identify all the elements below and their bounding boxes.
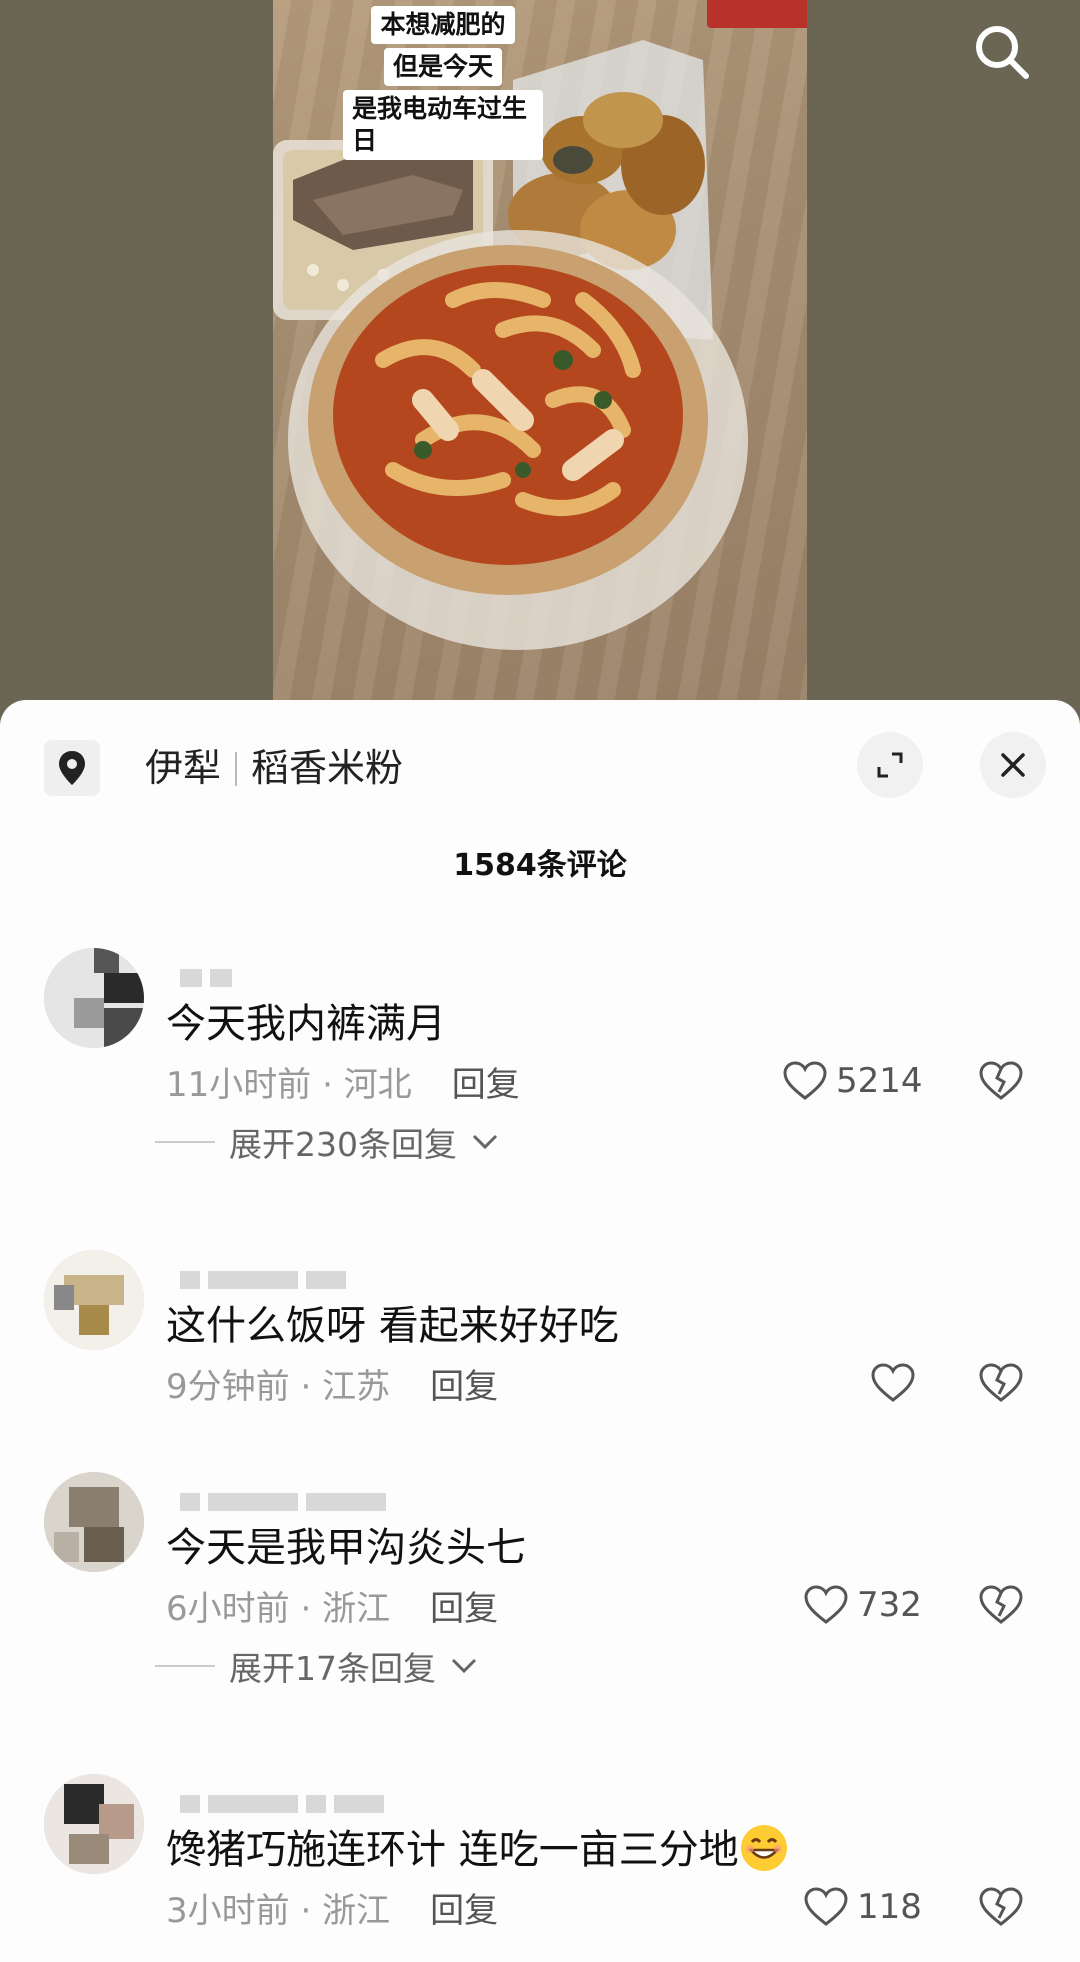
close-button[interactable] [980,732,1046,798]
reply-button[interactable]: 回复 [430,1891,498,1931]
meta-separator: · [289,1891,323,1931]
caption-line: 是我电动车过生日 [343,90,543,160]
expand-replies-label: 展开230条回复 [229,1125,457,1164]
avatar[interactable] [44,948,144,1048]
dislike-button[interactable] [978,1584,1024,1630]
location-divider [235,752,238,786]
broken-heart-icon [979,1585,1023,1624]
heart-icon [871,1363,915,1402]
username-blurred[interactable] [180,968,232,988]
expand-replies-button[interactable]: 展开230条回复 [155,1118,499,1166]
video-area[interactable]: 本想减肥的 但是今天 是我电动车过生日 [0,0,1080,720]
comment-item: 馋猪巧施连环计 连吃一亩三分地 3小时前 · 浙江 回复 118 [0,1774,1080,1954]
broken-heart-icon [979,1363,1023,1402]
expand-button[interactable] [857,732,923,798]
chevron-down-icon [451,1658,477,1674]
dislike-button[interactable] [978,1362,1024,1408]
reply-button[interactable]: 回复 [452,1065,520,1105]
like-count: 5214 [836,1061,923,1101]
comment-text-content: 馋猪巧施连环计 连吃一亩三分地 [166,1827,739,1873]
meta-separator: · [289,1367,323,1407]
comment-text: 今天是我甲沟炎头七 [166,1525,526,1571]
avatar[interactable] [44,1774,144,1874]
video-caption: 本想减肥的 但是今天 是我电动车过生日 [343,6,543,160]
comment-region: 江苏 [322,1367,391,1407]
expand-replies-label: 展开17条回复 [229,1649,436,1688]
comment-item: 这什么饭呀 看起来好好吃 9分钟前 · 江苏 回复 [0,1250,1080,1407]
comment-meta: 3小时前 · 浙江 回复 [166,1889,498,1933]
comment-region: 浙江 [322,1891,391,1931]
username-blurred[interactable] [180,1492,386,1512]
heart-icon [804,1585,848,1624]
comment-region: 河北 [343,1065,412,1105]
like-count: 118 [857,1887,922,1927]
dislike-button[interactable] [978,1886,1024,1932]
video-frame[interactable]: 本想减肥的 但是今天 是我电动车过生日 [273,0,807,700]
meta-separator: · [289,1589,323,1629]
comment-region: 浙江 [322,1589,391,1629]
caption-line: 本想减肥的 [371,6,515,44]
caption-line: 但是今天 [383,48,502,86]
expand-icon [877,752,903,778]
location-link[interactable]: 伊犁 稻香米粉 [145,744,403,792]
divider-line [155,1141,215,1143]
comment-time: 11小时前 [166,1065,312,1105]
chevron-down-icon [472,1134,498,1150]
comment-count: 1584条评论 [453,848,627,883]
avatar[interactable] [44,1472,144,1572]
meta-separator: · [311,1065,344,1105]
reply-button[interactable]: 回复 [430,1589,498,1629]
like-button[interactable]: 5214 [782,1060,923,1102]
dislike-button[interactable] [978,1060,1024,1106]
like-button[interactable] [870,1362,916,1404]
comment-meta: 9分钟前 · 江苏 回复 [166,1365,498,1409]
comment-time: 6小时前 [166,1589,290,1629]
comment-item: 今天我内裤满月 11小时前 · 河北 回复 5214 展开230条回复 [0,948,1080,1188]
comment-time: 3小时前 [166,1891,290,1931]
broken-heart-icon [979,1061,1023,1100]
comment-meta: 6小时前 · 浙江 回复 [166,1587,498,1631]
comment-meta: 11小时前 · 河北 回复 [166,1063,520,1107]
grin-emoji-icon [740,1825,787,1871]
comment-text: 今天我内裤满月 [166,1001,446,1047]
comment-text: 这什么饭呀 看起来好好吃 [166,1303,619,1349]
expand-replies-button[interactable]: 展开17条回复 [155,1642,478,1690]
heart-icon [804,1887,848,1926]
avatar[interactable] [44,1250,144,1350]
comment-item: 今天是我甲沟炎头七 6小时前 · 浙江 回复 732 展开17条回复 [0,1472,1080,1712]
username-blurred[interactable] [180,1270,346,1290]
like-button[interactable]: 118 [803,1886,922,1928]
like-button[interactable]: 732 [803,1584,922,1626]
username-blurred[interactable] [180,1794,384,1814]
broken-heart-icon [979,1887,1023,1926]
comment-time: 9分钟前 [166,1367,290,1407]
comments-sheet: 伊犁 稻香米粉 1584条评论 今天我内裤满月 11小时前 · 河北 回复 5214 [0,700,1080,1962]
search-icon[interactable] [970,20,1034,84]
comment-text: 馋猪巧施连环计 连吃一亩三分地 [166,1824,787,1876]
heart-icon [783,1061,827,1100]
location-pin-icon[interactable] [44,740,100,796]
location-city: 伊犁 [145,746,222,790]
location-place: 稻香米粉 [251,746,404,790]
like-count: 732 [857,1585,922,1625]
close-icon [1001,753,1025,777]
divider-line [155,1665,215,1667]
reply-button[interactable]: 回复 [430,1367,498,1407]
